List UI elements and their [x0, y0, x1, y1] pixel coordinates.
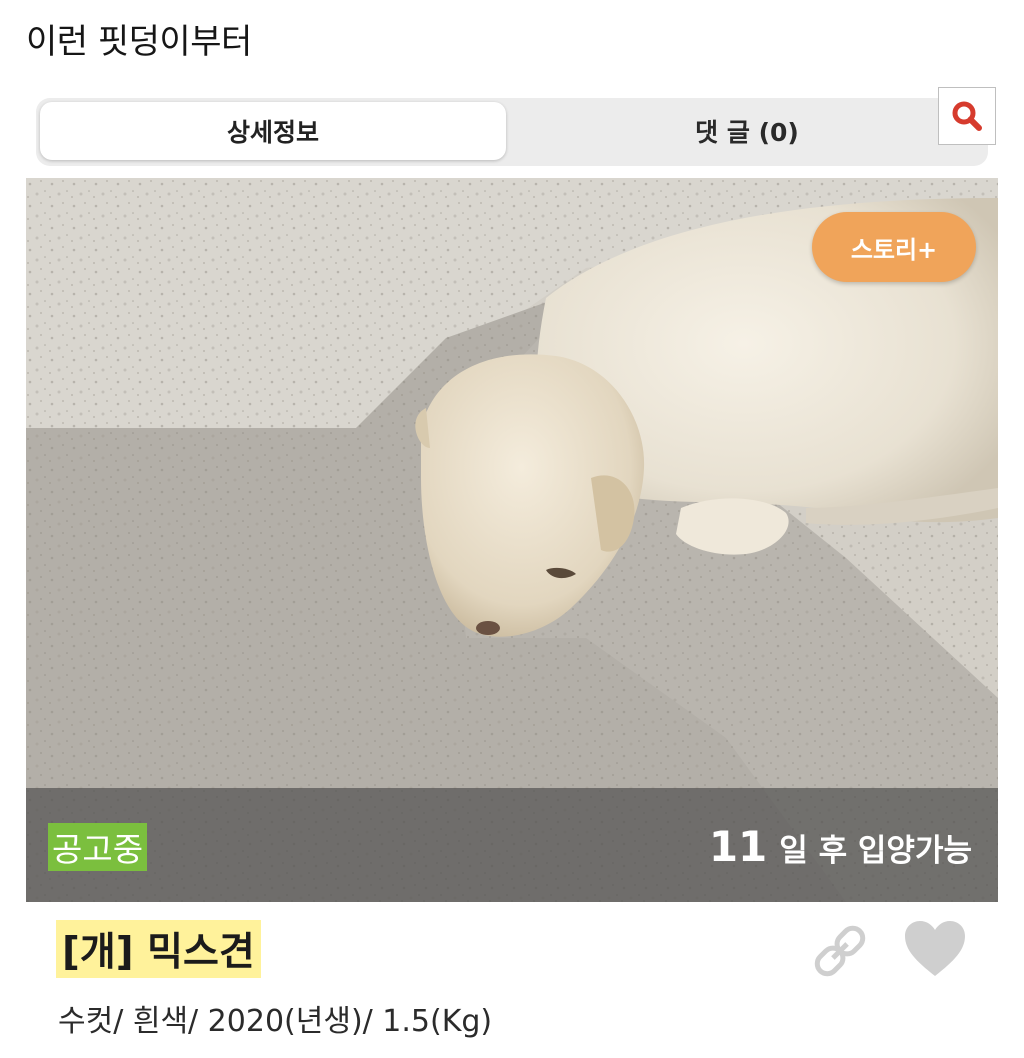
search-icon	[952, 101, 982, 131]
story-plus-button[interactable]: 스토리+	[812, 212, 976, 282]
detail-tab-bar: 상세정보 댓 글 (0)	[36, 98, 988, 166]
tab-comments[interactable]: 댓 글 (0)	[510, 102, 984, 160]
pet-title: [개] 믹스견	[56, 920, 261, 978]
share-link-button[interactable]	[808, 922, 872, 980]
status-badge: 공고중	[48, 823, 148, 871]
pet-details: 수컷/ 흰색/ 2020(년생)/ 1.5(Kg)	[58, 1004, 493, 1039]
pet-photo[interactable]: 스토리+ 공고중 11 일 후 입양가능	[26, 178, 998, 902]
adoption-days-count: 11	[708, 822, 768, 871]
favorite-button[interactable]	[902, 918, 968, 980]
heart-icon	[905, 921, 965, 976]
adoption-countdown: 11 일 후 입양가능	[709, 822, 972, 871]
tab-details[interactable]: 상세정보	[40, 102, 506, 160]
link-icon	[814, 925, 866, 977]
post-caption: 이런 핏덩이부터	[26, 22, 252, 62]
adoption-info-strip: 공고중 11 일 후 입양가능	[26, 788, 998, 902]
search-button[interactable]	[938, 87, 996, 145]
adoption-days-label: 일 후 입양가능	[779, 833, 972, 869]
